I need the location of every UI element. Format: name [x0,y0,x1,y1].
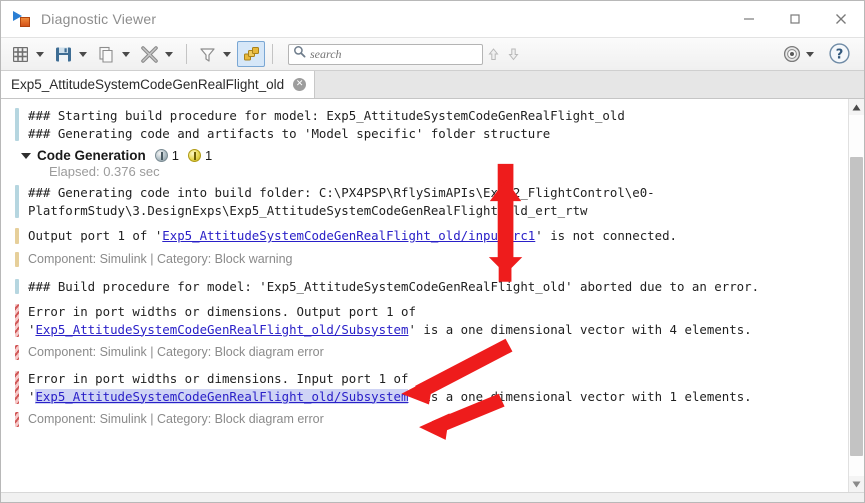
error2-meta: Component: Simulink | Category: Block di… [28,412,324,426]
log-entry-generating-code[interactable]: ### Generating code into build folder: C… [5,182,844,221]
floppy-disk-icon [52,43,74,65]
severity-bar-warning-2 [15,251,19,267]
tab-label: Exp5_AttitudeSystemCodeGenRealFlight_old [11,77,285,92]
build-start-line2: ### Generating code and artifacts to 'Mo… [28,125,551,141]
severity-bar-error-2 [15,371,19,404]
grid-page-icon [9,43,31,65]
settings-dropdown-caret[interactable] [806,51,814,57]
severity-bar-warning [15,228,19,244]
warning-text-after: ' is not connected. [535,228,678,243]
severity-bar-error [15,304,19,337]
triangle-down-icon[interactable] [21,152,31,159]
tab-exp5-attitude-system[interactable]: Exp5_AttitudeSystemCodeGenRealFlight_old… [1,71,316,98]
clear-button[interactable] [136,41,162,67]
scrollbar-thumb[interactable] [850,157,863,456]
highlight-button[interactable] [237,41,265,67]
error2-line2: 'Exp5_AttitudeSystemCodeGenRealFlight_ol… [28,388,752,406]
close-button[interactable] [818,2,864,36]
error2-text-after: ' is a one dimensional vector with 1 ele… [408,388,752,404]
filter-button[interactable] [194,41,220,67]
error-dot-icon [154,149,168,162]
aborted-message: ### Build procedure for model: 'Exp5_Att… [28,278,760,294]
clear-x-icon [138,43,160,65]
new-log-button[interactable] [7,41,33,67]
toolbar-separator-2 [272,44,273,64]
error1-line1: Error in port widths or dimensions. Outp… [28,304,416,319]
error2-block-link[interactable]: Exp5_AttitudeSystemCodeGenRealFlight_old… [35,388,409,404]
diagnostic-viewer-window: Diagnostic Viewer search ? Exp5_Attitude… [0,0,865,503]
warning-text-before: Output port 1 of ' [28,228,163,243]
error-count-badge: 1 [154,148,179,163]
stage-code-generation[interactable]: Code Generation 1 1 [5,144,844,163]
log-entry-error-2[interactable]: Error in port widths or dimensions. Inpu… [5,363,844,407]
warning-message: Output port 1 of 'Exp5_AttitudeSystemCod… [28,227,677,245]
severity-bar-info-3 [15,278,19,294]
log-entry-error-1[interactable]: Error in port widths or dimensions. Outp… [5,297,844,340]
scrollbar-track[interactable] [849,115,864,476]
scroll-down-arrow[interactable] [849,476,864,492]
maximize-button[interactable] [772,2,818,36]
new-log-dropdown-caret[interactable] [36,51,44,57]
search-input[interactable] [310,46,478,62]
search-next-button[interactable] [503,43,523,65]
simulink-flag-icon [13,9,33,29]
save-button[interactable] [50,41,76,67]
minimize-button[interactable] [726,2,772,36]
warning-meta: Component: Simulink | Category: Block wa… [28,251,293,266]
error1-text-after: ' is a one dimensional vector with 4 ele… [408,321,752,337]
log-entry-aborted[interactable]: ### Build procedure for model: 'Exp5_Att… [5,270,844,298]
settings-button[interactable] [781,43,820,65]
log-entry-error-1-meta: Component: Simulink | Category: Block di… [5,340,844,363]
error2-line1: Error in port widths or dimensions. Inpu… [28,371,409,386]
error1-meta: Component: Simulink | Category: Block di… [28,345,324,359]
scroll-up-arrow[interactable] [849,99,864,115]
generating-line2: PlatformStudy\3.DesignExps\Exp5_Attitude… [28,202,588,218]
copy-button[interactable] [93,41,119,67]
save-dropdown-caret[interactable] [79,51,87,57]
toolbar-separator [186,44,187,64]
magnifier-icon [293,45,306,63]
copy-dropdown-caret[interactable] [122,51,130,57]
log-entry-warning-meta: Component: Simulink | Category: Block wa… [5,247,844,270]
vertical-scrollbar[interactable] [848,99,864,492]
build-start-line1: ### Starting build procedure for model: … [28,108,625,123]
log-entry-build-start[interactable]: ### Starting build procedure for model: … [5,105,844,144]
severity-bar-info-2 [15,185,19,218]
funnel-filter-icon [196,43,218,65]
warning-count-badge: 1 [188,148,212,163]
search-prev-button[interactable] [483,43,503,65]
search-box[interactable] [288,43,483,65]
title-bar: Diagnostic Viewer [1,1,864,37]
tab-close-icon[interactable]: ✕ [293,78,307,91]
log-entry-error-2-meta: Component: Simulink | Category: Block di… [5,407,844,430]
gear-target-icon [781,43,803,65]
content-area: ### Starting build procedure for model: … [1,99,864,492]
warning-count: 1 [205,148,213,163]
error1-block-link[interactable]: Exp5_AttitudeSystemCodeGenRealFlight_old… [35,322,408,337]
toolbar: ? [1,37,864,71]
tab-bar: Exp5_AttitudeSystemCodeGenRealFlight_old… [1,71,864,99]
status-bar [1,492,864,502]
window-title: Diagnostic Viewer [41,10,157,27]
severity-bar-error-1b [15,345,19,360]
copy-pages-icon [95,43,117,65]
diagnostic-log[interactable]: ### Starting build procedure for model: … [1,99,848,492]
log-entry-warning[interactable]: Output port 1 of 'Exp5_AttitudeSystemCod… [5,221,844,247]
error1-line2: 'Exp5_AttitudeSystemCodeGenRealFlight_ol… [28,321,752,339]
severity-bar-info [15,108,19,141]
stage-elapsed: Elapsed: 0.376 sec [49,164,160,179]
stage-title: Code Generation [37,148,146,163]
warning-dot-icon [188,149,201,162]
severity-bar-error-2b [15,412,19,427]
svg-text:?: ? [836,47,844,62]
warning-block-link[interactable]: Exp5_AttitudeSystemCodeGenRealFlight_old… [162,228,535,243]
filter-dropdown-caret[interactable] [223,51,231,57]
error-count: 1 [171,148,179,163]
highlight-blocks-icon [240,43,262,65]
help-button[interactable]: ? [828,42,852,66]
generating-line1: ### Generating code into build folder: C… [28,185,655,200]
clear-dropdown-caret[interactable] [165,51,173,57]
